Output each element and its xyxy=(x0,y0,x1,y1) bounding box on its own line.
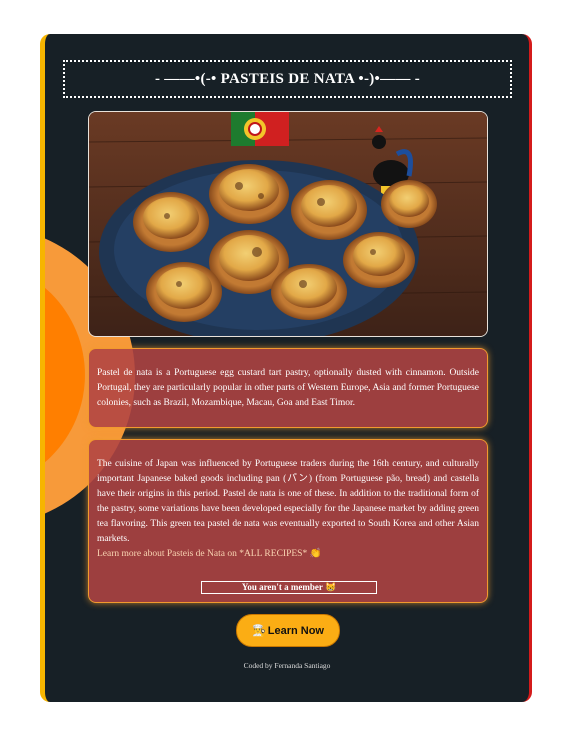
japan-panel: The cuisine of Japan was influenced by P… xyxy=(88,439,488,603)
membership-status: You aren't a member 😸 xyxy=(201,581,377,594)
learn-more-link[interactable]: Learn more about Pasteis de Nata on *ALL… xyxy=(97,547,479,562)
pastry-photo xyxy=(89,112,487,336)
footer-credit: Coded by Fernanda Santiago xyxy=(45,661,529,670)
learn-now-label: Learn Now xyxy=(267,624,324,637)
intro-text: Pastel de nata is a Portuguese egg custa… xyxy=(97,368,479,408)
footer-text: Coded by Fernanda Santiago xyxy=(243,661,331,670)
page-title: - ——•(-• PASTEIS DE NATA •-)•—— - xyxy=(63,60,512,98)
learn-now-button[interactable]: 👨‍🍳 Learn Now xyxy=(236,614,340,647)
chef-icon: 👨‍🍳 xyxy=(252,625,266,637)
page-title-text: - ——•(-• PASTEIS DE NATA •-)•—— - xyxy=(154,70,421,87)
intro-panel: Pastel de nata is a Portuguese egg custa… xyxy=(88,348,488,428)
hero-image xyxy=(88,111,488,337)
membership-status-text: You aren't a member 😸 xyxy=(241,582,337,592)
japan-text: The cuisine of Japan was influenced by P… xyxy=(97,459,479,544)
main-card: - ——•(-• PASTEIS DE NATA •-)•—— - Pastel… xyxy=(40,34,532,702)
